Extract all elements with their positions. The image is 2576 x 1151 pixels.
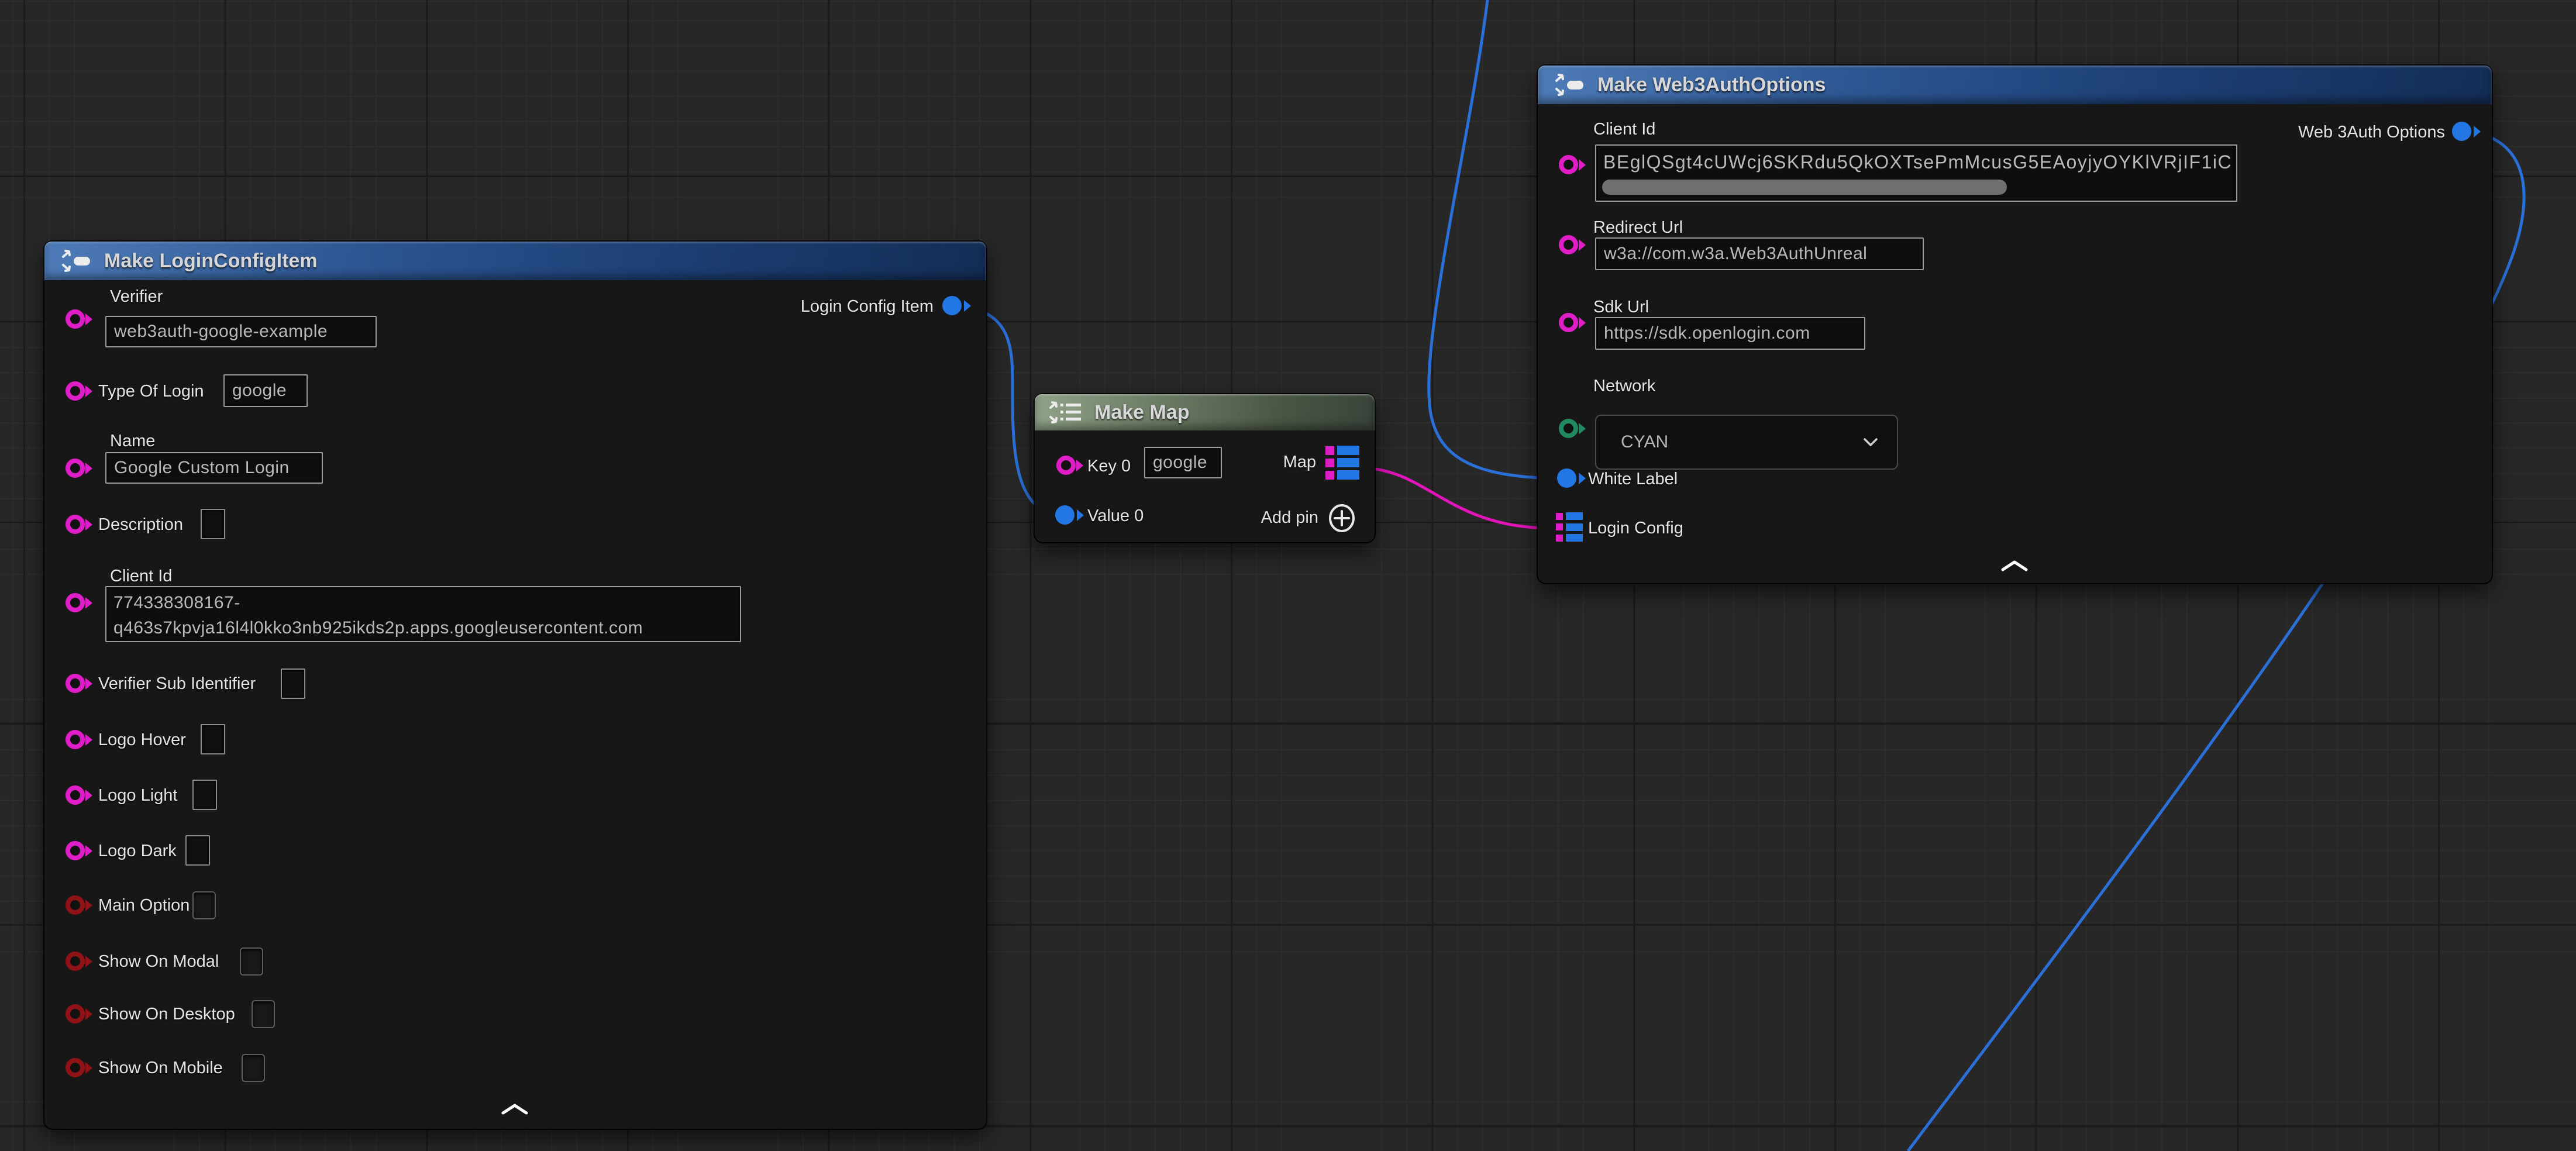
blueprint-canvas[interactable]: { "canvas": { "width": 4404, "height": 1… xyxy=(0,0,2576,1151)
map-output-pin[interactable] xyxy=(1325,446,1359,480)
pin-label-redirect-url: Redirect Url xyxy=(1593,218,1683,237)
network-dropdown[interactable]: CYAN xyxy=(1595,415,1898,470)
logo-hover-field[interactable] xyxy=(201,724,225,754)
sdk-url-value: https://sdk.openlogin.com xyxy=(1604,323,1810,343)
pin-label-show-on-modal: Show On Modal xyxy=(98,952,219,971)
pin-label-network: Network xyxy=(1593,377,1655,396)
logo-light-field[interactable] xyxy=(192,780,217,810)
pin-label-key-0: Key 0 xyxy=(1087,457,1131,476)
name-field[interactable]: Google Custom Login xyxy=(105,452,323,484)
client-id-line2: q463s7kpvja16l4l0kko3nb925ikds2p.apps.go… xyxy=(113,615,733,640)
verifier-field[interactable]: web3auth-google-example xyxy=(105,316,377,347)
node-make-web3authoptions[interactable]: Make Web3AuthOptions Web 3Auth Options C… xyxy=(1538,66,2492,583)
pin-label-logo-light: Logo Light xyxy=(98,786,177,805)
show-on-mobile-checkbox[interactable] xyxy=(242,1054,265,1082)
pin-label-show-on-mobile: Show On Mobile xyxy=(98,1059,223,1078)
node-make-loginconfigitem[interactable]: Make LoginConfigItem Login Config Item V… xyxy=(44,242,986,1129)
pin-label-logo-hover: Logo Hover xyxy=(98,730,186,750)
pin-label-type-of-login: Type Of Login xyxy=(98,382,204,401)
client-id-pin[interactable] xyxy=(1559,155,1578,174)
make-map-icon xyxy=(1048,400,1084,425)
client-id-value: BEglQSgt4cUWcj6SKRdu5QkOXTsePmMcusG5EAoy… xyxy=(1603,149,2229,175)
pin-label-login-config: Login Config xyxy=(1588,519,1683,538)
logo-dark-pin[interactable] xyxy=(66,841,85,860)
redirect-url-field[interactable]: w3a://com.w3a.Web3AuthUnreal xyxy=(1595,237,1924,270)
node-header[interactable]: Make Map xyxy=(1035,394,1375,430)
name-pin[interactable] xyxy=(66,459,85,478)
description-pin[interactable] xyxy=(66,515,85,534)
type-of-login-value: google xyxy=(232,381,287,401)
pin-label-description: Description xyxy=(98,515,183,535)
verifier-pin[interactable] xyxy=(66,309,85,329)
show-on-modal-checkbox[interactable] xyxy=(240,947,263,976)
add-pin-label: Add pin xyxy=(1261,508,1318,528)
name-value: Google Custom Login xyxy=(114,458,290,478)
show-on-desktop-pin[interactable] xyxy=(66,1004,85,1024)
pin-label-value-0: Value 0 xyxy=(1087,506,1144,526)
pin-label-client-id: Client Id xyxy=(1593,120,1655,139)
client-id-line1: 774338308167- xyxy=(113,590,733,615)
value-0-pin[interactable] xyxy=(1055,505,1075,525)
network-pin[interactable] xyxy=(1559,419,1578,438)
map-output[interactable]: Map xyxy=(1283,446,1359,480)
pin-label-show-on-desktop: Show On Desktop xyxy=(98,1005,235,1024)
pin-label-white-label: White Label xyxy=(1588,470,1678,489)
node-header[interactable]: Make LoginConfigItem xyxy=(44,242,986,280)
pin-label-verifier: Verifier xyxy=(110,287,163,306)
sdk-url-pin[interactable] xyxy=(1559,313,1578,332)
add-pin-plus-icon xyxy=(1328,503,1356,533)
output-pin-label: Web 3Auth Options xyxy=(2298,123,2445,142)
add-pin-button[interactable]: Add pin xyxy=(1261,503,1356,533)
make-struct-icon xyxy=(60,248,91,274)
logo-light-pin[interactable] xyxy=(66,785,85,805)
pin-label-verifier-sub-identifier: Verifier Sub Identifier xyxy=(98,674,256,694)
node-header[interactable]: Make Web3AuthOptions xyxy=(1538,66,2492,104)
verifier-sub-identifier-field[interactable] xyxy=(281,668,305,699)
show-on-modal-pin[interactable] xyxy=(66,952,85,971)
redirect-url-pin[interactable] xyxy=(1559,235,1578,254)
login-config-item-output-pin[interactable] xyxy=(942,296,962,315)
pin-label-client-id: Client Id xyxy=(110,567,172,586)
node-title: Make LoginConfigItem xyxy=(104,251,318,271)
network-selected-value: CYAN xyxy=(1621,432,1668,452)
logo-dark-field[interactable] xyxy=(185,835,210,866)
output-pin-label: Login Config Item xyxy=(801,297,934,316)
client-id-pin[interactable] xyxy=(66,593,85,612)
show-on-desktop-checkbox[interactable] xyxy=(252,1000,275,1028)
verifier-value: web3auth-google-example xyxy=(114,322,328,342)
web3auth-options-output-pin[interactable] xyxy=(2452,122,2471,141)
key-0-pin[interactable] xyxy=(1056,456,1076,475)
node-title: Make Web3AuthOptions xyxy=(1597,75,1826,95)
pin-label-sdk-url: Sdk Url xyxy=(1593,298,1649,317)
collapse-chevron[interactable] xyxy=(1999,559,2030,572)
pin-label-main-option: Main Option xyxy=(98,896,190,915)
pin-label-name: Name xyxy=(110,432,155,451)
client-id-field[interactable]: 774338308167- q463s7kpvja16l4l0kko3nb925… xyxy=(105,586,741,642)
login-config-pin[interactable] xyxy=(1556,512,1583,542)
logo-hover-pin[interactable] xyxy=(66,730,85,749)
make-struct-icon xyxy=(1553,72,1585,98)
type-of-login-pin[interactable] xyxy=(66,381,85,401)
type-of-login-field[interactable]: google xyxy=(223,374,308,407)
chevron-down-icon xyxy=(1863,437,1878,447)
description-field[interactable] xyxy=(201,509,225,539)
client-id-field[interactable]: BEglQSgt4cUWcj6SKRdu5QkOXTsePmMcusG5EAoy… xyxy=(1595,144,2237,202)
pin-label-logo-dark: Logo Dark xyxy=(98,842,177,861)
client-id-scrollbar[interactable] xyxy=(1602,180,2007,195)
verifier-sub-identifier-pin[interactable] xyxy=(66,674,85,693)
pin-label-map: Map xyxy=(1283,453,1316,472)
show-on-mobile-pin[interactable] xyxy=(66,1058,85,1077)
redirect-url-value: w3a://com.w3a.Web3AuthUnreal xyxy=(1604,244,1867,264)
main-option-checkbox[interactable] xyxy=(192,891,216,919)
collapse-chevron[interactable] xyxy=(500,1102,530,1115)
white-label-pin[interactable] xyxy=(1557,468,1576,488)
key-0-field[interactable]: google xyxy=(1144,447,1222,478)
sdk-url-field[interactable]: https://sdk.openlogin.com xyxy=(1595,317,1865,350)
main-option-pin[interactable] xyxy=(66,895,85,915)
key-0-value: google xyxy=(1153,453,1207,473)
node-title: Make Map xyxy=(1094,402,1190,422)
node-make-map[interactable]: Make Map Key 0 google Map Value 0 Add pi… xyxy=(1035,394,1375,542)
